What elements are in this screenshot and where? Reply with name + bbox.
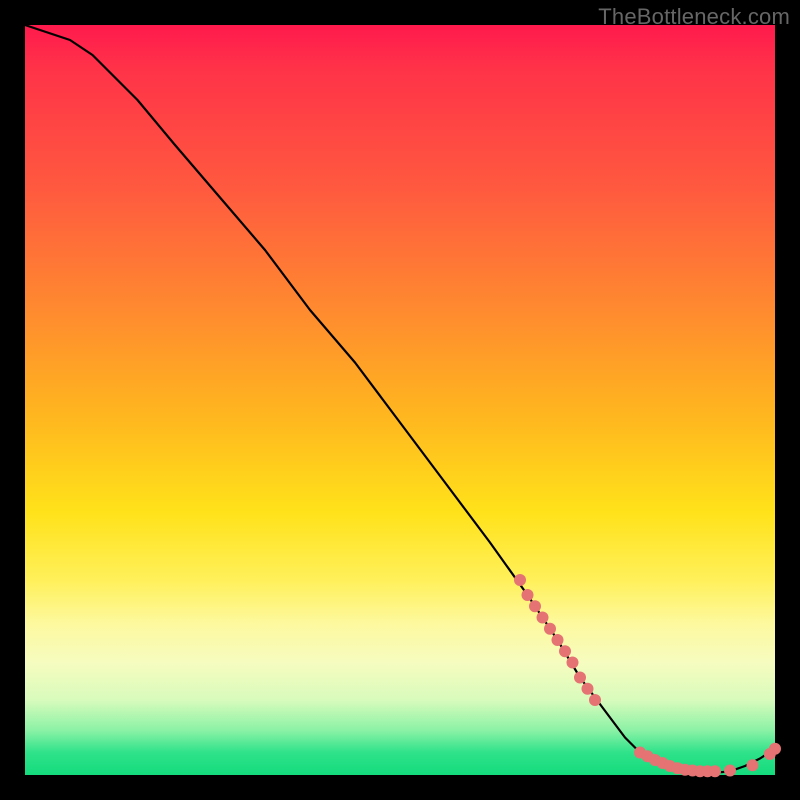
data-point — [724, 765, 736, 777]
data-point — [582, 683, 594, 695]
chart-frame: TheBottleneck.com — [0, 0, 800, 800]
bottleneck-curve — [25, 25, 775, 773]
plot-area — [25, 25, 775, 775]
watermark-text: TheBottleneck.com — [598, 4, 790, 30]
data-point — [567, 657, 579, 669]
data-point — [552, 634, 564, 646]
data-point — [537, 612, 549, 624]
data-point — [574, 672, 586, 684]
data-point — [514, 574, 526, 586]
data-point — [589, 694, 601, 706]
data-point — [522, 589, 534, 601]
curve-svg — [25, 25, 775, 775]
data-point — [769, 743, 781, 755]
data-point — [709, 765, 721, 777]
data-point — [529, 600, 541, 612]
data-point — [559, 645, 571, 657]
data-point — [747, 759, 759, 771]
data-point — [544, 623, 556, 635]
highlighted-points — [514, 574, 781, 777]
